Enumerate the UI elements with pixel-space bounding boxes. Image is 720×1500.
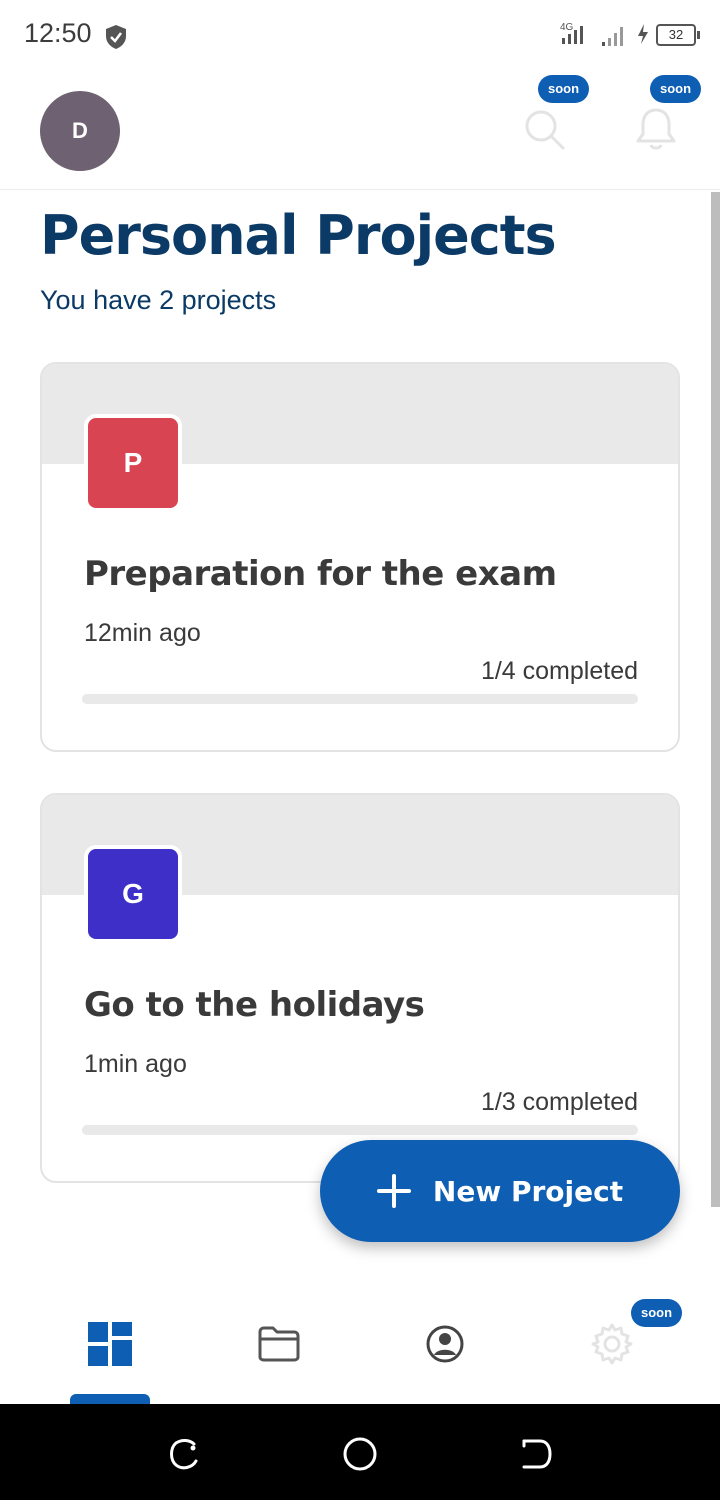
- project-updated: 1min ago: [84, 1050, 187, 1078]
- bell-icon[interactable]: [633, 106, 679, 152]
- project-progress-bar: [82, 1125, 638, 1135]
- dashboard-icon: [88, 1322, 132, 1366]
- shield-icon: [106, 25, 126, 49]
- charging-icon: [638, 24, 648, 44]
- project-badge: P: [88, 418, 178, 508]
- status-time: 12:50: [24, 18, 92, 48]
- nav-active-indicator: [70, 1394, 150, 1404]
- nav-profile[interactable]: [417, 1316, 473, 1372]
- project-card[interactable]: P Preparation for the exam 12min ago 1/4…: [40, 362, 680, 752]
- notifications-soon-badge: soon: [650, 75, 702, 103]
- project-progress-label: 1/4 completed: [480, 657, 638, 685]
- signal-4g-icon: 4G: [560, 22, 583, 44]
- settings-soon-badge: soon: [631, 1299, 683, 1327]
- project-progress-bar: [82, 694, 638, 704]
- nav-settings[interactable]: [584, 1316, 640, 1372]
- scrollbar[interactable]: [711, 192, 720, 1207]
- project-progress-fill: [82, 1125, 268, 1135]
- settings-icon: [591, 1323, 633, 1365]
- project-badge-frame: P: [84, 414, 182, 512]
- nav-projects[interactable]: [251, 1316, 307, 1372]
- project-updated: 12min ago: [84, 619, 201, 647]
- search-icon[interactable]: [521, 106, 567, 152]
- status-bar: 12:50 4G 32: [0, 0, 720, 72]
- system-nav-bar: [0, 1404, 720, 1500]
- status-indicators: 4G 32: [560, 20, 700, 46]
- page-title: Personal Projects: [40, 204, 557, 267]
- new-project-button[interactable]: New Project: [320, 1140, 680, 1242]
- project-progress-label: 1/3 completed: [480, 1088, 638, 1116]
- project-title: Preparation for the exam: [84, 554, 557, 594]
- account-icon: [426, 1325, 464, 1363]
- network-type: 4G: [560, 22, 574, 33]
- app-header: D soon soon: [0, 72, 720, 190]
- avatar[interactable]: D: [40, 91, 120, 171]
- project-badge: G: [88, 849, 178, 939]
- project-progress-fill: [82, 694, 221, 704]
- bottom-nav: soon: [0, 1290, 720, 1404]
- new-project-label: New Project: [432, 1174, 624, 1208]
- signal-icon: [602, 27, 623, 46]
- nav-dashboard[interactable]: [82, 1316, 138, 1372]
- plus-icon: [376, 1174, 411, 1208]
- folder-icon: [258, 1326, 300, 1362]
- back-icon[interactable]: [516, 1434, 556, 1474]
- home-icon[interactable]: [340, 1434, 380, 1474]
- battery-indicator: 32: [656, 24, 700, 46]
- project-title: Go to the holidays: [84, 985, 425, 1025]
- project-badge-frame: G: [84, 845, 182, 943]
- page-subtitle: You have 2 projects: [40, 285, 277, 315]
- project-card[interactable]: G Go to the holidays 1min ago 1/3 comple…: [40, 793, 680, 1183]
- search-soon-badge: soon: [538, 75, 590, 103]
- recent-apps-icon[interactable]: [164, 1434, 204, 1474]
